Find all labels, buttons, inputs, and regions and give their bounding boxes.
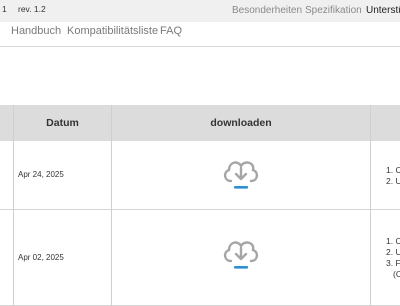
note-item: (C <box>393 269 400 279</box>
nav-unterstuetzung[interactable]: Unterstü <box>366 5 400 16</box>
column-datum: Datum <box>46 117 79 129</box>
note-item: 2. U <box>386 247 400 257</box>
note-item: 2. U <box>386 176 400 186</box>
column-divider <box>13 105 14 305</box>
note-item: 1. C <box>386 236 400 246</box>
sub-navigation: Handbuch Kompatibilitätsliste FAQ <box>0 22 400 47</box>
nav-besonderheiten[interactable]: Besonderheiten <box>232 5 302 16</box>
table-row: Apr 24, 2025 1. C 2. U <box>0 141 400 210</box>
row-date: Apr 24, 2025 <box>18 170 64 179</box>
note-item: 1. C <box>386 165 400 175</box>
column-divider <box>111 105 112 305</box>
subnav-kompatibilitaetsliste[interactable]: Kompatibilitätsliste <box>67 25 158 37</box>
subnav-faq[interactable]: FAQ <box>160 25 182 37</box>
table-header: Datum downloaden <box>0 105 400 142</box>
release-notes: 1. C 2. U <box>386 165 400 187</box>
release-notes: 1. C 2. U 3. Fi (C <box>386 236 400 280</box>
cloud-download-icon[interactable] <box>221 155 261 191</box>
table-row: Apr 02, 2025 1. C 2. U 3. Fi (C <box>0 210 400 306</box>
subnav-handbuch[interactable]: Handbuch <box>11 25 61 37</box>
cloud-download-icon[interactable] <box>221 235 261 271</box>
revision-label: rev. 1.2 <box>18 4 46 14</box>
version-label: 1 <box>2 4 7 14</box>
note-item: 3. Fi <box>386 258 400 268</box>
top-bar: 1 rev. 1.2 Besonderheiten Spezifikation … <box>0 0 400 23</box>
column-divider <box>370 105 371 305</box>
column-downloaden: downloaden <box>210 117 272 129</box>
nav-spezifikation[interactable]: Spezifikation <box>305 5 362 16</box>
row-date: Apr 02, 2025 <box>18 253 64 262</box>
